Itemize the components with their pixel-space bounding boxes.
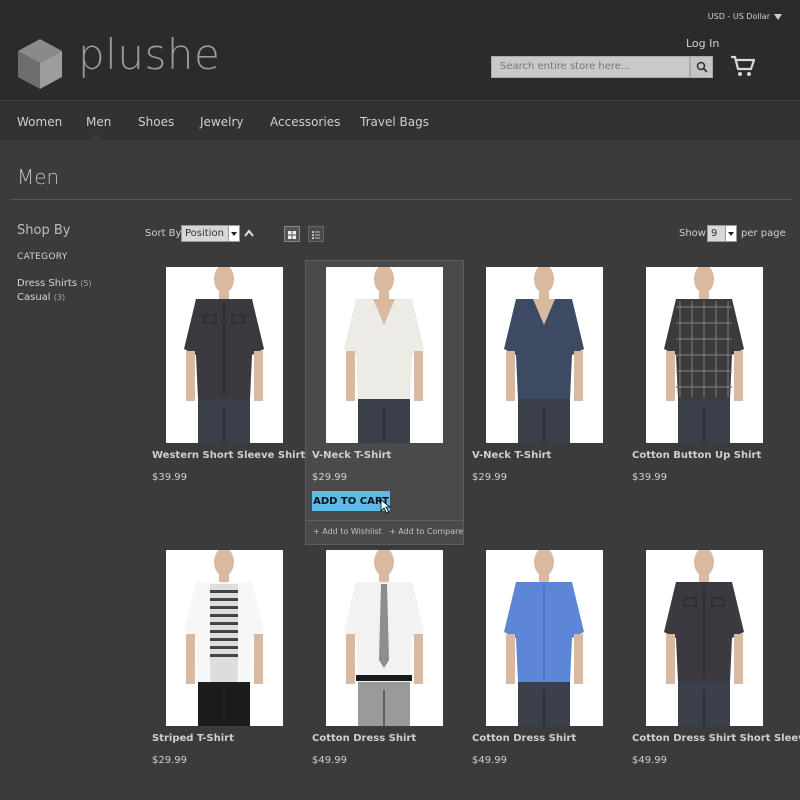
product-name[interactable]: Cotton Dress Shirt <box>472 733 576 744</box>
currency-selector[interactable]: USD - US Dollar <box>708 12 782 21</box>
sort-direction-up-icon[interactable] <box>243 228 255 238</box>
product-price: $39.99 <box>632 472 667 483</box>
main-nav: Women Men Shoes Jewelry Accessories Trav… <box>0 100 800 140</box>
category-label: Dress Shirts <box>17 278 78 289</box>
search-button[interactable] <box>690 56 713 78</box>
currency-label: USD - US Dollar <box>707 12 770 21</box>
logo-cube-icon[interactable] <box>16 37 64 91</box>
per-page-select[interactable]: 9 <box>707 225 737 242</box>
category-label: Casual <box>17 292 51 303</box>
login-link[interactable]: Log In <box>686 37 719 50</box>
sort-label: Sort By <box>145 228 182 239</box>
product-price: $49.99 <box>632 755 667 766</box>
category-dress-shirts[interactable]: Dress Shirts (5) <box>17 278 92 289</box>
product-name[interactable]: Cotton Dress Shirt <box>312 733 416 744</box>
add-to-compare-link[interactable]: + Add to Compare <box>389 527 463 536</box>
product-price: $49.99 <box>472 755 507 766</box>
category-casual[interactable]: Casual (3) <box>17 292 65 303</box>
product-price: $29.99 <box>472 472 507 483</box>
product-name[interactable]: V-Neck T-Shirt <box>472 450 551 461</box>
product-image[interactable] <box>326 267 443 443</box>
chevron-down-icon <box>228 226 239 241</box>
chevron-down-icon <box>774 13 782 20</box>
nav-item-men[interactable]: Men <box>86 115 111 129</box>
cart-icon[interactable] <box>730 54 756 78</box>
product-image[interactable] <box>166 267 283 443</box>
active-nav-indicator <box>89 133 103 140</box>
nav-item-shoes[interactable]: Shoes <box>138 115 174 129</box>
sort-value: Position <box>185 228 224 239</box>
per-page-label: per page <box>741 228 786 239</box>
product-price: $29.99 <box>312 472 347 483</box>
category-heading: CATEGORY <box>17 252 68 262</box>
product-image[interactable] <box>326 550 443 726</box>
per-page-value: 9 <box>711 228 718 239</box>
search-icon <box>696 61 708 73</box>
title-divider <box>10 199 792 200</box>
grid-icon <box>288 231 296 239</box>
product-name[interactable]: Cotton Button Up Shirt <box>632 450 761 461</box>
product-name[interactable]: Striped T-Shirt <box>152 733 234 744</box>
card-divider <box>306 520 463 521</box>
list-icon <box>312 231 320 239</box>
product-price: $49.99 <box>312 755 347 766</box>
page-title: Men <box>17 165 60 189</box>
sort-select[interactable]: Position <box>181 225 240 242</box>
show-label: Show <box>679 228 706 239</box>
product-image[interactable] <box>646 267 763 443</box>
product-name[interactable]: Cotton Dress Shirt Short Sleeve <box>632 733 800 744</box>
mouse-cursor-icon <box>380 499 392 514</box>
product-image[interactable] <box>486 550 603 726</box>
grid-view-button[interactable] <box>284 226 300 242</box>
nav-item-jewelry[interactable]: Jewelry <box>200 115 244 129</box>
chevron-down-icon <box>725 226 736 241</box>
list-view-button[interactable] <box>308 226 324 242</box>
product-name[interactable]: Western Short Sleeve Shirt <box>152 450 305 461</box>
site-header: plushe USD - US Dollar Log In Search ent… <box>0 0 800 100</box>
nav-item-travel-bags[interactable]: Travel Bags <box>360 115 429 129</box>
brand-wordmark[interactable]: plushe <box>78 34 220 76</box>
shop-by-heading: Shop By <box>17 223 71 238</box>
product-image[interactable] <box>646 550 763 726</box>
add-to-cart-button[interactable]: ADD TO CART <box>312 491 390 511</box>
product-price: $29.99 <box>152 755 187 766</box>
product-image[interactable] <box>486 267 603 443</box>
nav-item-accessories[interactable]: Accessories <box>270 115 340 129</box>
category-count: (5) <box>80 279 92 288</box>
product-name[interactable]: V-Neck T-Shirt <box>312 450 391 461</box>
category-count: (3) <box>53 293 66 302</box>
product-image[interactable] <box>166 550 283 726</box>
search-input[interactable]: Search entire store here... <box>491 56 690 78</box>
nav-item-women[interactable]: Women <box>17 115 62 129</box>
add-to-wishlist-link[interactable]: + Add to Wishlist <box>313 527 382 536</box>
product-price: $39.99 <box>152 472 187 483</box>
